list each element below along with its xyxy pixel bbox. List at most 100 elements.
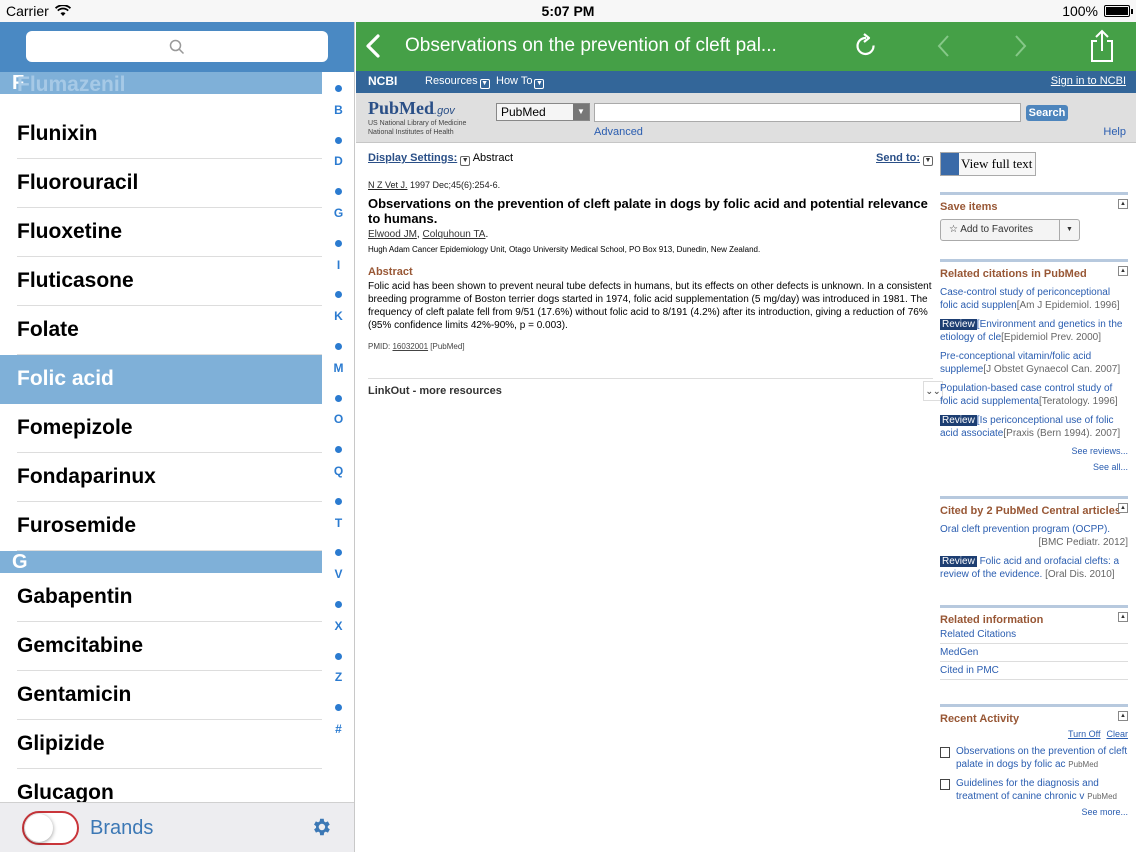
list-item[interactable]: Fondaparinux (17, 453, 322, 502)
related-citation[interactable]: Review [Environment and genetics in the e… (940, 318, 1128, 344)
collapse-icon[interactable]: ▲ (1118, 266, 1128, 276)
display-settings-link[interactable]: Display Settings: (368, 152, 457, 164)
index-dot[interactable] (335, 394, 342, 402)
share-icon[interactable] (1090, 29, 1114, 63)
chevron-right-icon[interactable] (1012, 34, 1028, 58)
index-dot[interactable] (335, 549, 342, 557)
turn-off-link[interactable]: Turn Off (1068, 729, 1101, 739)
index-letter[interactable]: X (322, 619, 354, 633)
related-citation[interactable]: Review [Is periconceptional use of folic … (940, 414, 1128, 440)
index-dot[interactable] (335, 239, 342, 247)
view-full-text-button[interactable]: View full text (940, 152, 1036, 176)
index-dot[interactable] (335, 497, 342, 505)
how-to-menu[interactable]: How To ▼ (496, 75, 545, 89)
index-letter[interactable]: T (322, 516, 354, 530)
pubmed-logo-gov: .gov (434, 105, 455, 117)
index-letter[interactable]: # (322, 722, 354, 736)
index-letter[interactable]: V (322, 567, 354, 581)
index-dot[interactable] (335, 85, 342, 92)
send-to-link[interactable]: Send to: (876, 152, 920, 164)
index-letter[interactable]: O (322, 412, 354, 426)
database-select[interactable]: PubMed ▼ (496, 103, 590, 121)
author-link[interactable]: Colquhoun TA (422, 229, 485, 240)
search-button[interactable]: Search (1026, 105, 1068, 121)
linkout-section[interactable]: LinkOut - more resources ⌄⌄ (368, 378, 943, 401)
collapse-icon[interactable]: ▲ (1118, 612, 1128, 622)
help-link[interactable]: Help (1103, 126, 1126, 138)
chevron-left-icon[interactable] (936, 34, 952, 58)
clear-link[interactable]: Clear (1106, 729, 1128, 739)
index-dot[interactable] (335, 343, 342, 350)
list-item[interactable]: Gentamicin (17, 671, 322, 720)
index-letter[interactable]: B (322, 103, 354, 117)
index-dot[interactable] (335, 704, 342, 712)
dropdown-icon[interactable]: ▼ (923, 156, 933, 166)
gear-icon[interactable] (310, 816, 332, 838)
index-dot[interactable] (335, 652, 342, 660)
see-reviews-link[interactable]: See reviews... (940, 446, 1128, 456)
back-arrow-icon[interactable] (364, 33, 382, 59)
journal-link[interactable]: N Z Vet J. (368, 180, 408, 190)
index-dot[interactable] (335, 291, 342, 299)
article-sidebar: View full text Save items ▲ ☆ Add to Fav… (940, 152, 1128, 817)
index-dot[interactable] (335, 136, 342, 144)
cited-article[interactable]: Oral cleft prevention program (OCPP). [BM… (940, 523, 1128, 549)
recent-activity-box: Recent Activity ▲ Turn Off Clear Observat… (940, 704, 1128, 817)
ncbi-logo[interactable]: NCBI (368, 74, 397, 88)
recent-item[interactable]: Guidelines for the diagnosis and treatme… (940, 777, 1128, 803)
alphabet-index[interactable]: B D G I K M O Q T V X Z # (322, 72, 354, 802)
index-letter[interactable]: G (322, 206, 354, 220)
refresh-icon[interactable] (854, 32, 878, 60)
article-content: Display Settings: ▼ Abstract Send to: ▼ N … (368, 152, 943, 401)
collapse-icon[interactable]: ▲ (1118, 711, 1128, 721)
related-citation[interactable]: Population-based case control study of f… (940, 382, 1128, 408)
dropdown-icon[interactable]: ▼ (460, 156, 471, 166)
list-item[interactable]: Fluoxetine (17, 208, 322, 257)
index-dot[interactable] (335, 601, 342, 608)
index-letter[interactable]: D (322, 154, 354, 168)
advanced-link[interactable]: Advanced (594, 126, 643, 138)
list-item[interactable]: Flunixin (17, 110, 322, 159)
see-all-link[interactable]: See all... (940, 462, 1128, 472)
list-item[interactable]: Fomepizole (17, 404, 322, 453)
index-dot[interactable] (335, 446, 342, 454)
related-info-link[interactable]: Related Citations (940, 626, 1128, 644)
author-link[interactable]: Elwood JM (368, 229, 417, 240)
list-item[interactable]: Gabapentin (17, 573, 322, 622)
pubmed-logo[interactable]: PubMed.gov US National Library of Medici… (368, 98, 466, 137)
citation-link[interactable]: Oral cleft prevention program (OCPP). (940, 524, 1110, 535)
related-citation[interactable]: Case-control study of periconceptional f… (940, 286, 1128, 312)
index-letter[interactable]: Q (322, 464, 354, 478)
cited-article[interactable]: Review Folic acid and orofacial clefts: … (940, 555, 1128, 581)
related-citation[interactable]: Pre-conceptional vitamin/folic acid supp… (940, 350, 1128, 376)
list-item[interactable]: Fluticasone (17, 257, 322, 306)
list-item[interactable]: Glipizide (17, 720, 322, 769)
brands-toggle[interactable] (22, 811, 79, 845)
add-to-favorites-button[interactable]: ☆ Add to Favorites ▼ (940, 219, 1080, 241)
list-item-selected[interactable]: Folic acid (0, 355, 322, 404)
list-item[interactable]: Fluorouracil (17, 159, 322, 208)
collapse-icon[interactable]: ▲ (1118, 503, 1128, 513)
pubmed-search-input[interactable] (594, 103, 1021, 122)
index-letter[interactable]: I (322, 258, 354, 272)
related-info-link[interactable]: Cited in PMC (940, 662, 1128, 680)
collapse-icon[interactable]: ▲ (1118, 199, 1128, 209)
list-item[interactable]: Folate (17, 306, 322, 355)
related-info-link[interactable]: MedGen (940, 644, 1128, 662)
list-item[interactable]: Furosemide (17, 502, 322, 551)
recent-item-link[interactable]: Guidelines for the diagnosis and treatme… (956, 778, 1099, 802)
sign-in-link[interactable]: Sign in to NCBI (1051, 75, 1126, 87)
recent-item[interactable]: Observations on the prevention of cleft … (940, 745, 1128, 771)
recent-item-link[interactable]: Observations on the prevention of cleft … (956, 746, 1127, 770)
search-input[interactable] (26, 31, 328, 62)
pmid-link[interactable]: 16032001 (392, 342, 428, 351)
list-item[interactable]: Gemcitabine (17, 622, 322, 671)
index-letter[interactable]: Z (322, 670, 354, 684)
recent-item-source: PubMed (1068, 760, 1099, 769)
index-letter[interactable]: M (322, 361, 354, 375)
resources-menu[interactable]: Resources ▼ (425, 75, 490, 89)
index-dot[interactable] (335, 188, 342, 196)
chevron-down-icon[interactable]: ▼ (1059, 220, 1079, 240)
see-more-link[interactable]: See more... (940, 807, 1128, 817)
index-letter[interactable]: K (322, 309, 354, 323)
